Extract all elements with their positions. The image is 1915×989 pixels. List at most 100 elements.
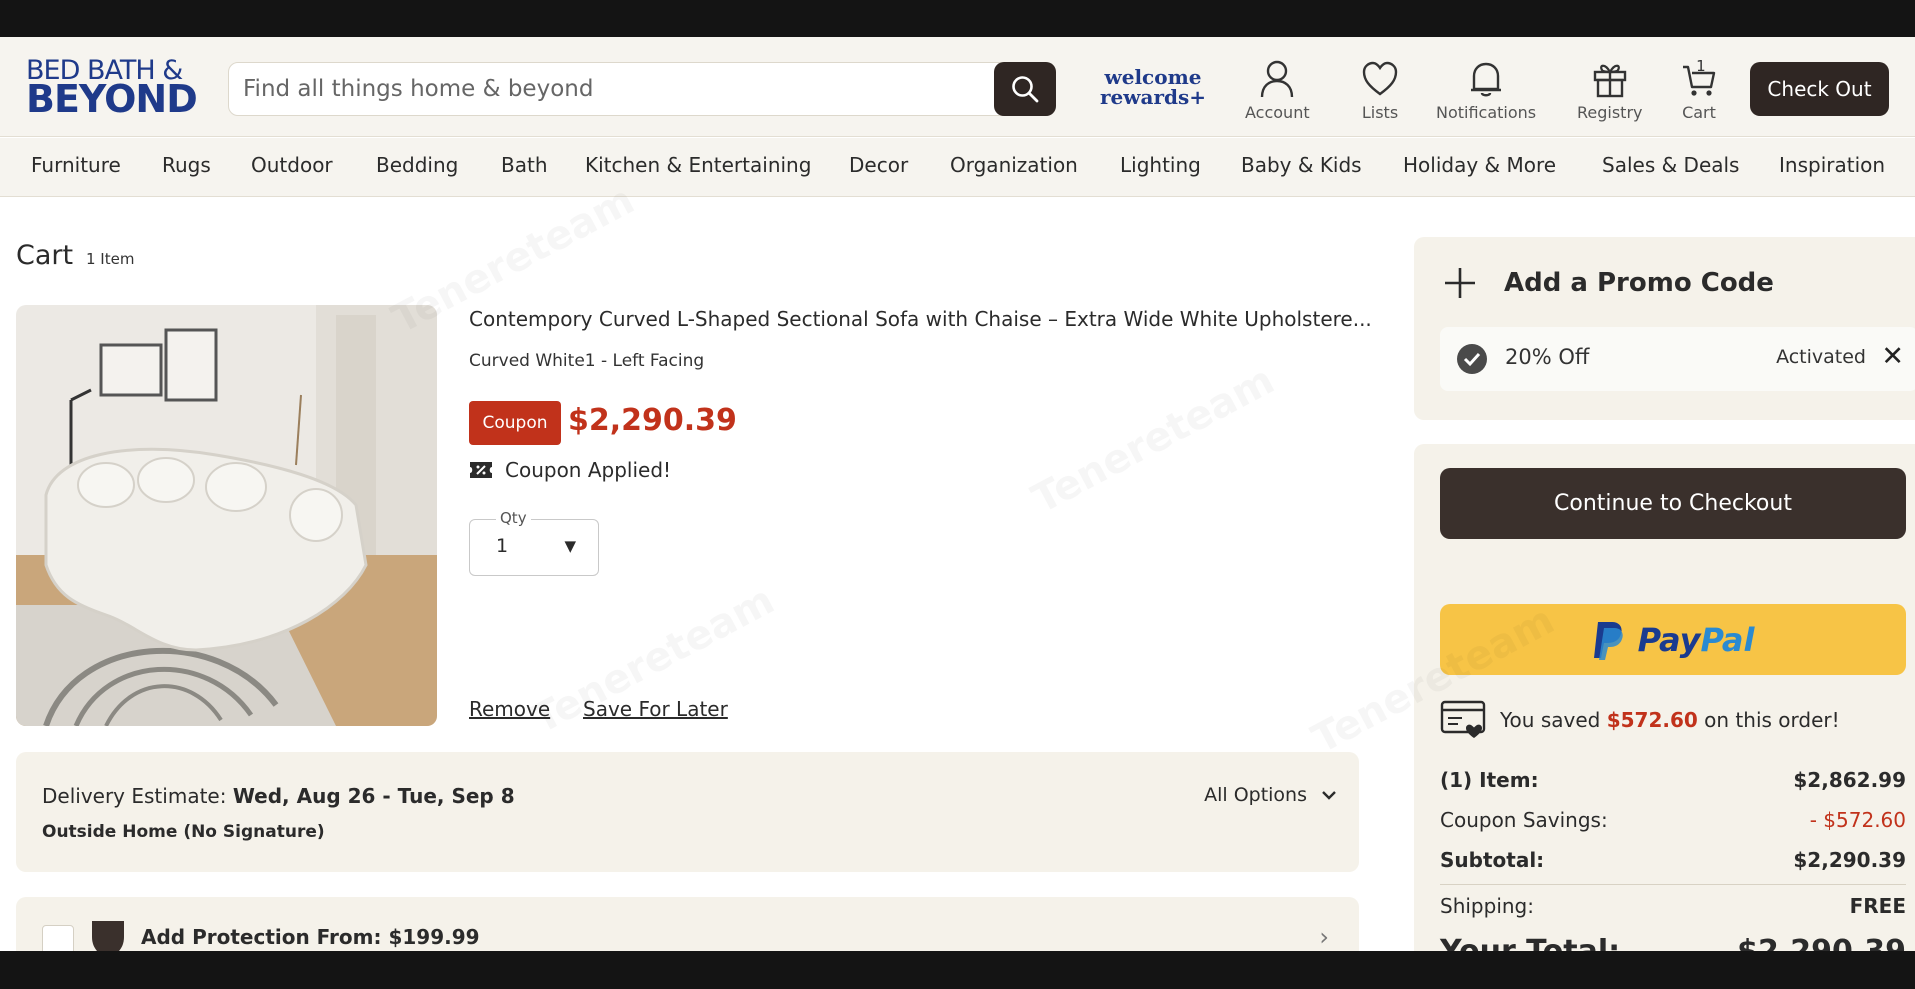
delivery-dates: Wed, Aug 26 - Tue, Sep 8 xyxy=(232,784,515,808)
product-variant: Curved White1 - Left Facing xyxy=(469,351,705,371)
coupon-ticket-icon xyxy=(470,462,492,478)
header-checkout-button[interactable]: Check Out xyxy=(1750,62,1889,116)
coupon-savings-row: Coupon Savings: - $572.60 xyxy=(1440,808,1906,832)
grand-total-row: Your Total: $2,290.39 xyxy=(1440,934,1906,951)
coupon-applied-text: Coupon Applied! xyxy=(505,458,672,482)
dropdown-caret-icon: ▼ xyxy=(564,537,576,555)
search-icon xyxy=(1012,76,1039,103)
shipping-label: Shipping: xyxy=(1440,894,1534,918)
subtotal-label: Subtotal: xyxy=(1440,848,1545,872)
save-for-later-link[interactable]: Save For Later xyxy=(583,697,728,721)
logo-line-2: BEYOND xyxy=(26,76,198,121)
account-label: Account xyxy=(1245,103,1310,122)
promo-code-text: 20% Off xyxy=(1505,345,1590,369)
continue-to-checkout-button[interactable]: Continue to Checkout xyxy=(1440,468,1906,539)
saved-prefix: You saved xyxy=(1500,708,1601,732)
add-promo-code-toggle[interactable]: Add a Promo Code xyxy=(1442,265,1774,301)
shield-icon xyxy=(92,921,124,951)
shipping-row: Shipping: FREE xyxy=(1440,894,1906,918)
savings-note: You saved $572.60 on this order! xyxy=(1440,700,1840,740)
subtotal-value: $2,290.39 xyxy=(1793,848,1906,872)
nav-item-organization[interactable]: Organization xyxy=(950,153,1078,177)
plus-icon xyxy=(1445,268,1475,298)
sofa-photo xyxy=(16,305,437,726)
all-options-label: All Options xyxy=(1204,784,1307,806)
cart-item-count: 1 Item xyxy=(86,250,135,268)
search-button[interactable] xyxy=(994,62,1056,116)
delivery-estimate-panel: Delivery Estimate: Wed, Aug 26 - Tue, Se… xyxy=(16,752,1359,872)
welcome-rewards-link[interactable]: welcome rewards+ xyxy=(1096,67,1210,107)
coupon-value: - $572.60 xyxy=(1809,808,1906,832)
coupon-badge: Coupon xyxy=(469,401,561,445)
bell-icon xyxy=(1471,62,1502,97)
product-price: $2,290.39 xyxy=(568,403,737,438)
rewards-line-1: welcome xyxy=(1104,65,1202,89)
paypal-pay: Pay xyxy=(1637,620,1701,659)
qty-value: 1 xyxy=(496,535,509,557)
paypal-logo-icon xyxy=(1593,621,1623,660)
site-header: BED BATH & BEYOND welcome rewards+ Accou… xyxy=(0,37,1915,137)
quantity-select[interactable]: Qty 1 ▼ xyxy=(469,509,599,576)
watermark: Tenereteam xyxy=(1025,357,1282,523)
protection-plan-panel[interactable]: Add Protection From: $199.99 › xyxy=(16,897,1359,951)
search-input[interactable] xyxy=(243,63,1003,115)
total-label: Your Total: xyxy=(1440,934,1620,951)
nav-item-holiday-more[interactable]: Holiday & More xyxy=(1403,153,1556,177)
nav-item-rugs[interactable]: Rugs xyxy=(162,153,211,177)
product-image[interactable] xyxy=(16,305,437,726)
nav-item-lighting[interactable]: Lighting xyxy=(1120,153,1201,177)
notifications-link[interactable]: Notifications xyxy=(1436,59,1536,122)
delivery-method: Outside Home (No Signature) xyxy=(42,822,325,842)
nav-item-kitchen-entertaining[interactable]: Kitchen & Entertaining xyxy=(585,153,811,177)
shipping-value: FREE xyxy=(1849,894,1906,918)
nav-item-baby-kids[interactable]: Baby & Kids xyxy=(1241,153,1362,177)
paypal-button[interactable]: PayPal xyxy=(1440,604,1906,675)
search-bar xyxy=(228,62,1056,116)
nav-item-bedding[interactable]: Bedding xyxy=(376,153,458,177)
gift-icon xyxy=(1593,64,1626,98)
lists-link[interactable]: Lists xyxy=(1361,59,1399,122)
notifications-label: Notifications xyxy=(1436,103,1537,122)
account-link[interactable]: Account xyxy=(1245,59,1310,122)
paypal-pal: Pal xyxy=(1700,620,1755,659)
items-total-row: (1) Item: $2,862.99 xyxy=(1440,768,1906,792)
product-name-link[interactable]: Contempory Curved L-Shaped Sectional Sof… xyxy=(469,307,1372,331)
nav-item-inspiration[interactable]: Inspiration xyxy=(1779,153,1885,177)
cart-link[interactable]: 1 Cart xyxy=(1680,57,1718,122)
paypal-wordmark: PayPal xyxy=(1638,621,1755,659)
coupon-label: Coupon Savings: xyxy=(1440,808,1608,832)
all-options-dropdown[interactable]: All Options xyxy=(1204,784,1337,806)
remove-link[interactable]: Remove xyxy=(469,697,550,721)
applied-promo-row: 20% Off Activated ✕ xyxy=(1440,327,1915,391)
saved-amount: $572.60 xyxy=(1606,708,1698,732)
nav-item-bath[interactable]: Bath xyxy=(501,153,548,177)
heart-icon xyxy=(1362,61,1398,96)
nav-item-sales-deals[interactable]: Sales & Deals xyxy=(1602,153,1739,177)
summary-divider xyxy=(1440,884,1906,885)
item-label: (1) Item: xyxy=(1440,768,1539,792)
nav-item-furniture[interactable]: Furniture xyxy=(31,153,121,177)
receipt-heart-icon xyxy=(1440,700,1486,738)
protection-label: Add Protection From: $199.99 xyxy=(141,925,480,949)
category-nav: Furniture Rugs Outdoor Bedding Bath Kitc… xyxy=(0,138,1915,197)
nav-item-decor[interactable]: Decor xyxy=(849,153,908,177)
registry-label: Registry xyxy=(1577,103,1643,122)
saved-text: You saved $572.60 on this order! xyxy=(1500,708,1840,732)
close-icon[interactable]: ✕ xyxy=(1881,341,1904,372)
cart-title: Cart xyxy=(16,240,74,271)
saved-suffix: on this order! xyxy=(1704,708,1840,732)
rewards-line-2: rewards+ xyxy=(1100,85,1206,109)
promo-heading: Add a Promo Code xyxy=(1504,268,1774,298)
qty-label: Qty xyxy=(496,509,531,527)
chevron-right-icon: › xyxy=(1319,923,1329,951)
cart-count-badge: 1 xyxy=(1696,57,1706,75)
site-logo[interactable]: BED BATH & BEYOND xyxy=(26,57,198,121)
chevron-down-icon xyxy=(1322,791,1336,800)
delivery-estimate: Delivery Estimate: Wed, Aug 26 - Tue, Se… xyxy=(42,784,515,808)
total-value: $2,290.39 xyxy=(1737,934,1906,951)
registry-link[interactable]: Registry xyxy=(1577,59,1643,122)
promo-status: Activated xyxy=(1776,346,1866,368)
nav-item-outdoor[interactable]: Outdoor xyxy=(251,153,333,177)
protection-checkbox[interactable] xyxy=(42,925,74,951)
check-circle-icon xyxy=(1457,344,1487,374)
